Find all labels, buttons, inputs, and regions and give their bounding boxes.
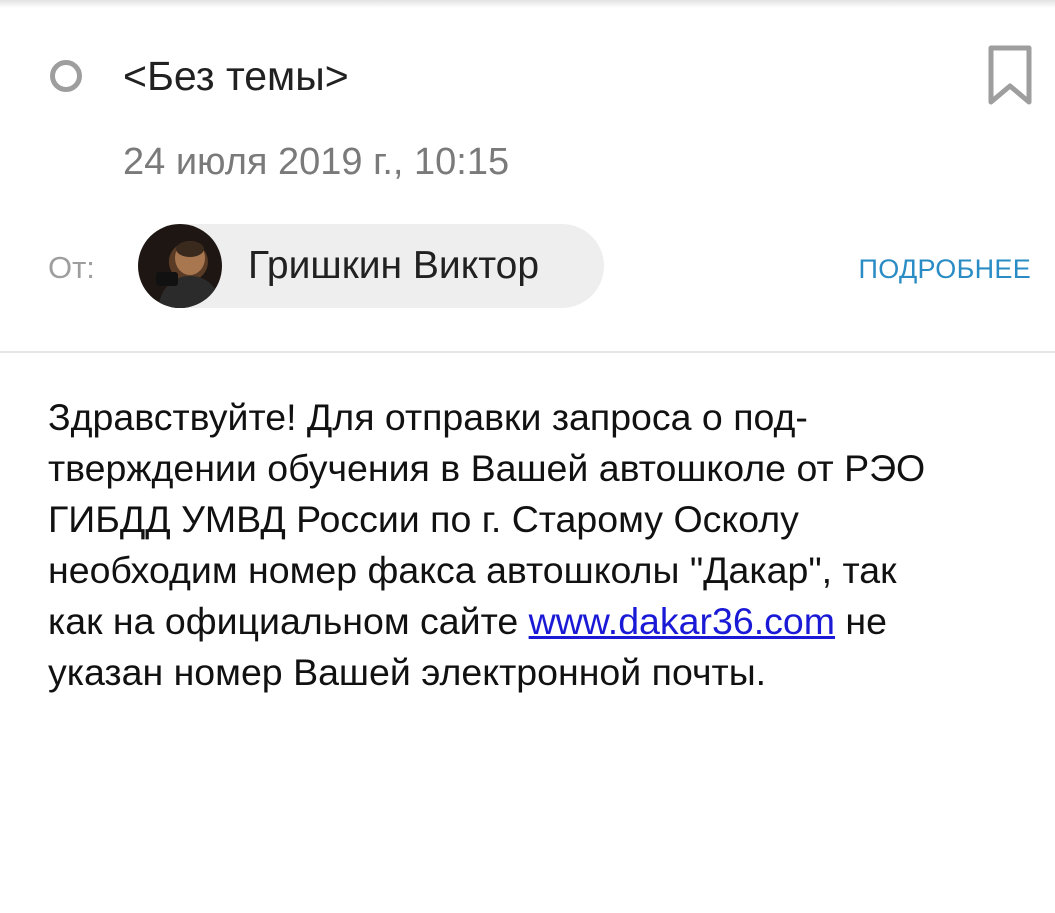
- circle-outline-icon[interactable]: [50, 60, 82, 92]
- avatar: [138, 224, 222, 308]
- sender-name: Гришкин Виктор: [248, 244, 540, 287]
- body-line: ГИБДД УМВД России по г. Старому Осколу: [48, 498, 799, 540]
- body-text: как на официальном сайте: [48, 600, 529, 642]
- body-text: не: [834, 600, 887, 642]
- from-label: От:: [48, 250, 95, 285]
- bookmark-icon[interactable]: [985, 44, 1035, 108]
- body-line: Здравствуйте! Для отправки запроса о под…: [48, 396, 808, 438]
- message-date: 24 июля 2019 г., 10:15: [123, 141, 510, 183]
- website-link[interactable]: www.dakar36.com: [529, 600, 835, 642]
- body-line: указан номер Вашей электронной почты.: [48, 651, 767, 693]
- message-header: <Без темы> 24 июля 2019 г., 10:15 От: Гр…: [0, 0, 1055, 352]
- divider: [0, 351, 1055, 353]
- message-subject: <Без темы>: [123, 53, 349, 99]
- message-body: Здравствуйте! Для отправки запроса о под…: [48, 392, 1038, 698]
- details-link[interactable]: ПОДРОБНЕЕ: [859, 252, 1031, 286]
- body-line: как на официальном сайте www.dakar36.com…: [48, 596, 1038, 647]
- body-line: необходим номер факса автошколы "Дакар",…: [48, 549, 897, 591]
- body-line: тверждении обучения в Вашей автошколе от…: [48, 447, 926, 489]
- sender-chip[interactable]: Гришкин Виктор: [138, 224, 604, 308]
